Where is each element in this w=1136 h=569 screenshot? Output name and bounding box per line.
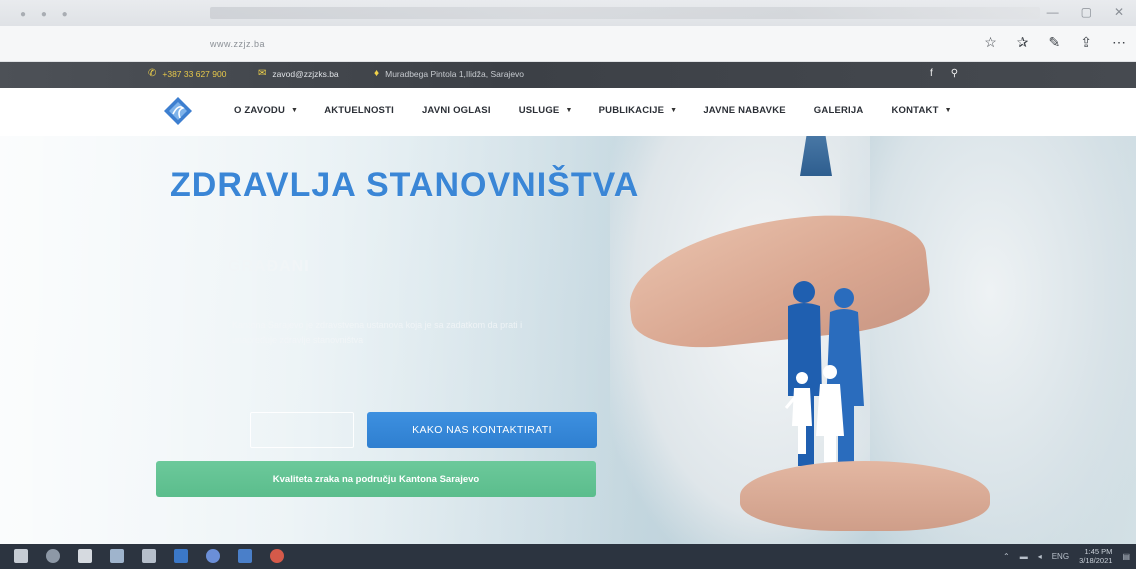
caret-down-icon: ▼ xyxy=(944,107,952,114)
nav-item-aktuelnosti[interactable]: AKTUELNOSTI xyxy=(324,105,394,116)
air-quality-button[interactable]: Kvaliteta zraka na području Kantona Sara… xyxy=(156,461,596,497)
hero-secondary-button[interactable] xyxy=(250,412,354,448)
hero-subtitle: GRAĐANI xyxy=(228,258,310,275)
taskbar-search-icon[interactable] xyxy=(46,549,60,563)
nav-item-javne-nabavke[interactable]: JAVNE NABAVKE xyxy=(703,105,785,116)
clock-time: 1:45 PM xyxy=(1084,547,1113,556)
topbar-email[interactable]: ✉ zavod@zzjzks.ba xyxy=(258,68,339,79)
phone-icon: ✆ xyxy=(148,68,157,79)
edge-icon[interactable] xyxy=(174,549,188,563)
mail-icon: ✉ xyxy=(258,68,267,79)
logo-icon[interactable] xyxy=(163,96,193,126)
notification-icon[interactable]: ▤ xyxy=(1122,552,1130,561)
share-icon[interactable]: ⇪ xyxy=(1080,34,1092,51)
viber-icon[interactable] xyxy=(206,549,220,563)
file-explorer-icon[interactable] xyxy=(110,549,124,563)
hero-banner: ZDRAVLJA STANOVNIŠTVA GRAĐANI Kantona Sa… xyxy=(0,136,1136,544)
caret-down-icon: ▼ xyxy=(291,107,299,114)
nav-item-label: JAVNI OGLASI xyxy=(421,105,491,116)
minimize-icon[interactable]: — xyxy=(1047,5,1059,19)
window-controls: — ▢ ✕ xyxy=(1047,5,1124,19)
browser-tab-strip: ● ● ● — ▢ ✕ xyxy=(0,0,1136,26)
star-icon[interactable]: ☆ xyxy=(984,34,997,51)
nav-item-label: KONTAKT xyxy=(891,105,939,116)
taskbar-clock[interactable]: 1:45 PM 3/18/2021 xyxy=(1079,547,1112,565)
main-navigation: O ZAVODU ▼ AKTUELNOSTI JAVNI OGLASI USLU… xyxy=(0,88,1136,136)
chrome-icon[interactable] xyxy=(270,549,284,563)
nav-item-kontakt[interactable]: KONTAKT ▼ xyxy=(891,105,951,116)
hero-hand-bottom xyxy=(740,461,990,531)
hero-description: Kantona Sarajevo je zdravstvena ustanova… xyxy=(232,320,523,345)
nav-item-o-zavodu[interactable]: O ZAVODU ▼ xyxy=(234,105,298,116)
topbar-address: ♦ Muradbega Pintola 1,Ilidža, Sarajevo xyxy=(374,68,524,79)
maximize-icon[interactable]: ▢ xyxy=(1081,5,1092,19)
close-icon[interactable]: ✕ xyxy=(1114,5,1124,19)
browser-tab-bar[interactable] xyxy=(210,7,1040,19)
outlook-icon[interactable] xyxy=(238,549,252,563)
tab-strip-icons: ● ● ● xyxy=(20,9,74,20)
facebook-icon[interactable]: f xyxy=(930,68,933,79)
topbar-social: f ⚲ xyxy=(930,68,958,79)
nav-item-publikacije[interactable]: PUBLIKACIJE ▼ xyxy=(599,105,678,116)
nav-item-label: AKTUELNOSTI xyxy=(324,105,394,116)
start-icon[interactable] xyxy=(14,549,28,563)
language-indicator[interactable]: ENG xyxy=(1052,552,1069,561)
site-top-bar: ✆ +387 33 627 900 ✉ zavod@zzjzks.ba ♦ Mu… xyxy=(0,62,1136,88)
search-icon[interactable]: ⚲ xyxy=(951,68,958,79)
nav-item-label: O ZAVODU xyxy=(234,105,286,116)
mail-app-icon[interactable] xyxy=(142,549,156,563)
more-icon[interactable]: ⋯ xyxy=(1112,34,1126,51)
phone-number: +387 33 627 900 xyxy=(162,68,227,79)
system-tray: ⌃ ▬ ◂ ENG 1:45 PM 3/18/2021 ▤ xyxy=(1003,547,1130,565)
address-url[interactable]: www.zzjz.ba xyxy=(210,39,265,49)
email-address: zavod@zzjzks.ba xyxy=(272,68,339,79)
caret-down-icon: ▼ xyxy=(670,107,678,114)
nav-item-javni-oglasi[interactable]: JAVNI OGLASI xyxy=(422,105,491,116)
network-icon[interactable]: ▬ xyxy=(1020,552,1028,561)
pen-icon[interactable]: ✎ xyxy=(1049,34,1061,51)
hero-title: ZDRAVLJA STANOVNIŠTVA xyxy=(170,166,640,204)
caret-down-icon: ▼ xyxy=(565,107,573,114)
nav-item-usluge[interactable]: USLUGE ▼ xyxy=(519,105,573,116)
browser-address-bar: www.zzjz.ba ☆ ✰ ✎ ⇪ ⋯ xyxy=(0,26,1136,62)
volume-icon[interactable]: ◂ xyxy=(1038,552,1042,561)
tray-arrow-icon[interactable]: ⌃ xyxy=(1003,552,1010,561)
nav-item-label: JAVNE NABAVKE xyxy=(703,105,786,116)
nav-menu: O ZAVODU ▼ AKTUELNOSTI JAVNI OGLASI USLU… xyxy=(234,105,952,116)
street-address: Muradbega Pintola 1,Ilidža, Sarajevo xyxy=(385,68,525,79)
nav-item-label: PUBLIKACIJE xyxy=(598,105,665,116)
nav-item-label: USLUGE xyxy=(518,105,560,116)
nav-item-galerija[interactable]: GALERIJA xyxy=(814,105,864,116)
clock-date: 3/18/2021 xyxy=(1079,556,1113,565)
location-pin-icon: ♦ xyxy=(374,68,380,79)
browser-toolbar: ☆ ✰ ✎ ⇪ ⋯ xyxy=(984,34,1126,51)
taskbar-apps xyxy=(14,549,284,563)
task-view-icon[interactable] xyxy=(78,549,92,563)
family-icon xyxy=(784,281,864,466)
windows-taskbar: ⌃ ▬ ◂ ENG 1:45 PM 3/18/2021 ▤ xyxy=(0,544,1136,569)
nav-item-label: GALERIJA xyxy=(813,105,864,116)
contact-button[interactable]: KAKO NAS KONTAKTIRATI xyxy=(367,412,597,448)
favorites-icon[interactable]: ✰ xyxy=(1017,34,1029,51)
topbar-phone[interactable]: ✆ +387 33 627 900 xyxy=(148,68,226,79)
